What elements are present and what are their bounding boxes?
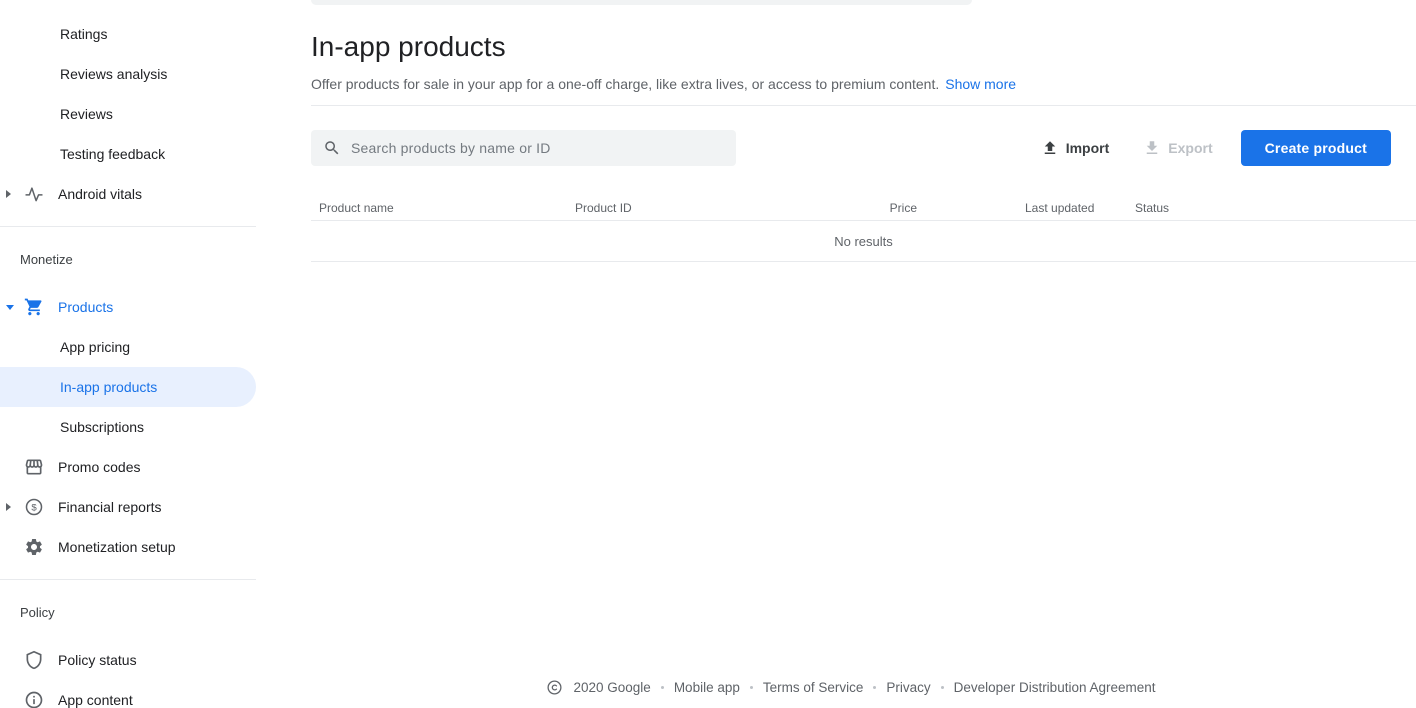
- sidebar-item-label: In-app products: [60, 379, 157, 395]
- footer-link-developer-distribution-agreement[interactable]: Developer Distribution Agreement: [954, 680, 1156, 695]
- gear-icon: [22, 535, 46, 559]
- chevron-right-icon[interactable]: [6, 503, 22, 511]
- sidebar-item-label: App pricing: [60, 339, 130, 355]
- footer-separator: [750, 686, 753, 689]
- sidebar-item-label: Monetization setup: [58, 539, 176, 555]
- play-console-screen: Ratings Reviews analysis Reviews Testing…: [0, 0, 1416, 708]
- create-product-button[interactable]: Create product: [1241, 130, 1391, 166]
- column-header-status: Status: [1135, 201, 1416, 215]
- section-header-monetize: Monetize: [0, 252, 256, 268]
- footer-link-privacy[interactable]: Privacy: [886, 680, 930, 695]
- main-content: In-app products Offer products for sale …: [256, 0, 1416, 708]
- sidebar-item-policy-status[interactable]: Policy status: [0, 640, 256, 680]
- export-button-label: Export: [1168, 140, 1212, 156]
- sidebar-item-in-app-products[interactable]: In-app products: [0, 367, 256, 407]
- footer-separator: [661, 686, 664, 689]
- products-search-box[interactable]: [311, 130, 736, 166]
- svg-text:$: $: [31, 503, 37, 514]
- page-description-text: Offer products for sale in your app for …: [311, 76, 939, 92]
- sidebar-item-app-pricing[interactable]: App pricing: [0, 327, 256, 367]
- cart-icon: [22, 295, 46, 319]
- page-title: In-app products: [311, 30, 1391, 63]
- storefront-icon: [22, 455, 46, 479]
- sidebar-item-app-content[interactable]: App content: [0, 680, 256, 708]
- sidebar-item-label: Subscriptions: [60, 419, 144, 435]
- column-header-price: Price: [870, 201, 917, 215]
- sidebar-item-testing-feedback[interactable]: Testing feedback: [0, 134, 256, 174]
- shield-icon: [22, 648, 46, 672]
- download-icon: [1143, 139, 1161, 157]
- show-more-link[interactable]: Show more: [945, 76, 1016, 92]
- sidebar-item-label: Policy status: [58, 652, 137, 668]
- footer-link-mobile-app[interactable]: Mobile app: [674, 680, 740, 695]
- sidebar-item-products[interactable]: Products: [0, 287, 256, 327]
- chevron-right-icon[interactable]: [6, 190, 22, 198]
- header-divider: [311, 105, 1416, 106]
- info-icon: [22, 688, 46, 708]
- sidebar-item-label: Testing feedback: [60, 146, 165, 162]
- copyright-text: 2020 Google: [573, 680, 650, 695]
- sidebar-item-ratings[interactable]: Ratings: [0, 14, 256, 54]
- sidebar-item-label: Products: [58, 299, 113, 315]
- sidebar-item-reviews-analysis[interactable]: Reviews analysis: [0, 54, 256, 94]
- import-button[interactable]: Import: [1029, 131, 1122, 165]
- sidebar-item-label: Promo codes: [58, 459, 140, 475]
- footer: 2020 Google Mobile app Terms of Service …: [311, 679, 1391, 696]
- sidebar-item-monetization-setup[interactable]: Monetization setup: [0, 527, 256, 567]
- empty-state-text: No results: [834, 234, 893, 249]
- sidebar-item-financial-reports[interactable]: $ Financial reports: [0, 487, 256, 527]
- sidebar-item-reviews[interactable]: Reviews: [0, 94, 256, 134]
- column-header-product-name: Product name: [319, 201, 575, 215]
- import-button-label: Import: [1066, 140, 1110, 156]
- sidebar-item-label: Android vitals: [58, 186, 142, 202]
- column-header-last-updated: Last updated: [1025, 201, 1135, 215]
- sidebar-item-label: App content: [58, 692, 133, 708]
- sidebar-divider: [0, 579, 256, 580]
- page-description: Offer products for sale in your app for …: [311, 75, 1391, 93]
- sidebar-item-promo-codes[interactable]: Promo codes: [0, 447, 256, 487]
- chevron-down-icon[interactable]: [6, 305, 22, 310]
- upload-icon: [1041, 139, 1059, 157]
- sidebar-item-android-vitals[interactable]: Android vitals: [0, 174, 256, 214]
- sidebar-item-label: Reviews: [60, 106, 113, 122]
- toolbar: Import Export Create product: [311, 130, 1391, 166]
- column-header-product-id: Product ID: [575, 201, 870, 215]
- toolbar-actions: Import Export Create product: [1029, 130, 1391, 166]
- sidebar: Ratings Reviews analysis Reviews Testing…: [0, 0, 256, 708]
- footer-separator: [941, 686, 944, 689]
- search-icon: [323, 139, 341, 157]
- sidebar-item-subscriptions[interactable]: Subscriptions: [0, 407, 256, 447]
- footer-separator: [873, 686, 876, 689]
- table-empty-state: No results: [311, 221, 1416, 262]
- export-button[interactable]: Export: [1131, 131, 1224, 165]
- sidebar-divider: [0, 226, 256, 227]
- sidebar-item-label: Ratings: [60, 26, 107, 42]
- sidebar-item-label: Financial reports: [58, 499, 162, 515]
- vitals-pulse-icon: [22, 182, 46, 206]
- footer-link-terms-of-service[interactable]: Terms of Service: [763, 680, 864, 695]
- products-search-input[interactable]: [351, 140, 724, 156]
- sidebar-item-label: Reviews analysis: [60, 66, 167, 82]
- copyright-icon: [546, 679, 563, 696]
- section-header-policy: Policy: [0, 605, 256, 621]
- dollar-circle-icon: $: [22, 495, 46, 519]
- table-header: Product name Product ID Price Last updat…: [311, 196, 1416, 221]
